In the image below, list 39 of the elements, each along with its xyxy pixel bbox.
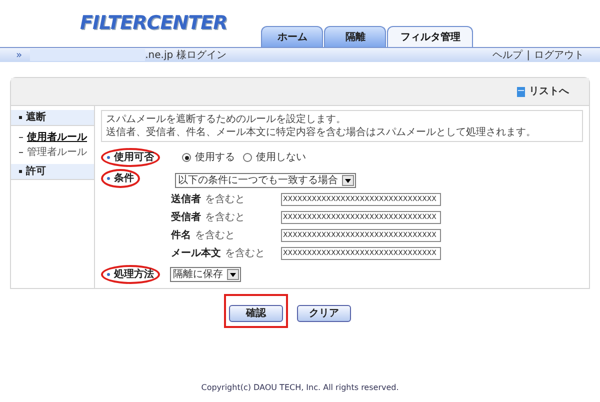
action-select[interactable]: 隔離に保存 bbox=[170, 267, 241, 282]
description-text: スパムメールを遮断するためのルールを設定します。 bbox=[106, 113, 347, 126]
sidebar-item[interactable]: 使用者ルール bbox=[27, 130, 87, 145]
condition-suffix: を含むと bbox=[205, 210, 245, 225]
sidebar-section[interactable]: 遮断 bbox=[11, 110, 94, 126]
condition-name: メール本文 bbox=[171, 246, 221, 261]
copyright-text: Copyright(c) DAOU TECH, Inc. All rights reserved. bbox=[200, 382, 400, 394]
caret-icon bbox=[230, 272, 236, 276]
login-text: .ne.jp 様ログイン bbox=[145, 48, 226, 62]
field-label: 使用可否 bbox=[101, 148, 160, 167]
condition-suffix: を含むと bbox=[225, 246, 265, 261]
condition-name: 件名 bbox=[171, 228, 191, 243]
nav-tab[interactable]: 隔離 bbox=[324, 26, 386, 47]
condition-name: 受信者 bbox=[171, 210, 201, 225]
form-button[interactable]: 確認 bbox=[229, 305, 283, 322]
list-link[interactable]: リストへ bbox=[517, 84, 569, 99]
logo: FILTERCENTER bbox=[80, 10, 228, 36]
condition-name: 送信者 bbox=[171, 192, 201, 207]
sidebar-item[interactable]: 管理者ルール bbox=[27, 145, 87, 160]
description-text: 送信者、受信者、件名、メール本文に特定内容を含む場合はスパムメールとして処理されます。 bbox=[106, 126, 537, 139]
dash-icon bbox=[19, 137, 23, 138]
sidebar-section[interactable]: 許可 bbox=[11, 164, 94, 180]
nav-tab[interactable]: フィルタ管理 bbox=[387, 26, 474, 47]
dash-icon bbox=[19, 152, 23, 153]
condition-suffix: を含むと bbox=[195, 228, 235, 243]
separator-text: | bbox=[526, 48, 530, 62]
radio-option[interactable]: 使用する bbox=[182, 150, 235, 165]
help-link[interactable]: ヘルプ bbox=[492, 48, 523, 62]
condition-select[interactable]: 以下の条件に一つでも一致する場合 bbox=[175, 173, 356, 188]
condition-suffix: を含むと bbox=[205, 192, 245, 207]
field-label: 処理方法 bbox=[101, 265, 160, 284]
nav-tab[interactable]: ホーム bbox=[261, 26, 324, 47]
radio-option[interactable]: 使用しない bbox=[243, 150, 306, 165]
caret-icon bbox=[345, 178, 351, 182]
marker-text: » bbox=[16, 48, 22, 62]
document-icon bbox=[517, 86, 525, 96]
form-button[interactable]: クリア bbox=[297, 305, 351, 322]
field-label: 条件 bbox=[101, 169, 140, 188]
logout-link[interactable]: ログアウト bbox=[534, 48, 584, 62]
